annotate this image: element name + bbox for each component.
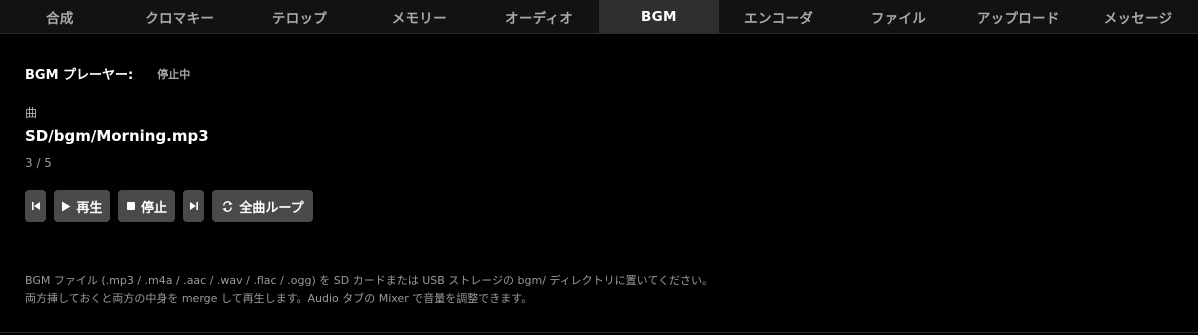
next-button[interactable] xyxy=(183,190,204,222)
skip-previous-icon xyxy=(31,201,41,211)
help-line-2: 両方挿しておくと両方の中身を merge して再生します。Audio タブの M… xyxy=(25,292,533,305)
song-label: 曲 xyxy=(25,106,38,120)
player-label: BGM プレーヤー: xyxy=(25,68,134,83)
loop-all-button-label: 全曲ループ xyxy=(239,200,304,216)
tab-encoder[interactable]: エンコーダ xyxy=(719,0,839,33)
bottom-divider xyxy=(0,332,1198,333)
stop-button-label: 停止 xyxy=(140,200,167,216)
tab-file[interactable]: ファイル xyxy=(839,0,959,33)
loop-all-button[interactable]: 全曲ループ xyxy=(212,190,313,222)
help-line-1: BGM ファイル (.mp3 / .m4a / .aac / .wav / .f… xyxy=(25,274,714,287)
skip-next-icon xyxy=(189,201,199,211)
play-button[interactable]: 再生 xyxy=(54,190,110,222)
tab-chromakey[interactable]: クロマキー xyxy=(120,0,240,33)
bgm-panel: 合成 クロマキー テロップ メモリー オーディオ BGM エンコーダ ファイル … xyxy=(0,0,1198,335)
tab-bar: 合成 クロマキー テロップ メモリー オーディオ BGM エンコーダ ファイル … xyxy=(0,0,1198,34)
previous-button[interactable] xyxy=(25,190,46,222)
repeat-icon xyxy=(221,200,234,213)
player-controls: 再生 停止 全曲ループ xyxy=(25,190,313,222)
song-path: SD/bgm/Morning.mp3 xyxy=(25,127,209,145)
help-text: BGM ファイル (.mp3 / .m4a / .aac / .wav / .f… xyxy=(25,272,713,308)
tab-bgm[interactable]: BGM xyxy=(598,0,719,33)
song-index: 3 / 5 xyxy=(25,156,52,170)
player-status-row: BGM プレーヤー: 停止中 xyxy=(25,64,191,84)
player-status: 停止中 xyxy=(157,67,191,81)
tab-memory[interactable]: メモリー xyxy=(359,0,479,33)
tab-compositing[interactable]: 合成 xyxy=(0,0,120,33)
stop-button[interactable]: 停止 xyxy=(118,190,175,222)
tab-upload[interactable]: アップロード xyxy=(958,0,1078,33)
tab-audio[interactable]: オーディオ xyxy=(479,0,599,33)
tab-telop[interactable]: テロップ xyxy=(240,0,360,33)
stop-icon xyxy=(126,201,136,211)
tab-message[interactable]: メッセージ xyxy=(1078,0,1198,33)
play-icon xyxy=(61,201,71,212)
play-button-label: 再生 xyxy=(76,200,103,216)
